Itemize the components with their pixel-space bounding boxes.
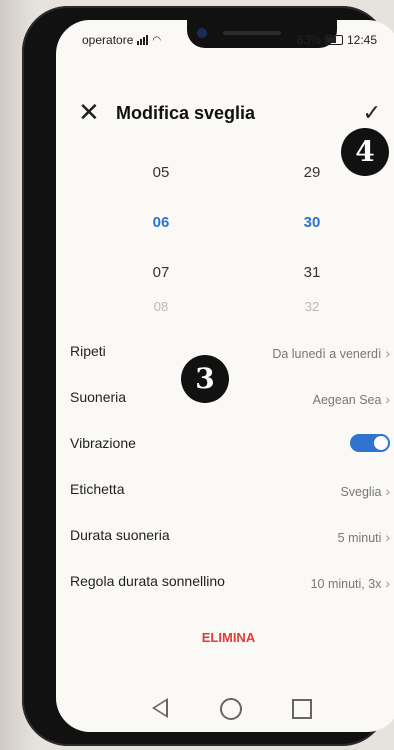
annotation-badge: 4 [341, 128, 389, 176]
hour-option[interactable]: 05 [121, 148, 201, 198]
navigation-bar [56, 698, 394, 728]
row-label: Vibrazione [70, 435, 136, 451]
clock: 12:45 [346, 33, 377, 47]
check-icon[interactable]: ✓ [363, 100, 381, 126]
row-value: 10 minuti, 3x [311, 575, 390, 591]
status-bar-right: 63% 12:45 [297, 33, 377, 47]
page-title: Modifica sveglia [116, 103, 256, 123]
row-label: Ripeti [70, 343, 106, 359]
hour-selected[interactable]: 06 [121, 198, 201, 248]
minute-option[interactable]: 31 [272, 248, 352, 298]
header: ✕ Modifica sveglia ✓ [78, 98, 381, 128]
settings-row-ring-duration[interactable]: Durata suoneria 5 minuti [70, 513, 390, 559]
camera-icon [197, 28, 207, 38]
vibration-toggle[interactable] [350, 434, 390, 452]
settings-row-vibration: Vibrazione [70, 421, 390, 467]
row-label: Regola durata sonnellino [70, 573, 225, 589]
row-value: Da lunedì a venerdì [272, 345, 390, 361]
row-value: Aegean Sea [313, 391, 390, 407]
home-icon[interactable] [220, 698, 242, 720]
row-value: 5 minuti [338, 529, 390, 545]
battery-icon [324, 35, 343, 45]
minute-option[interactable]: 32 [272, 298, 352, 326]
status-bar-left: operatore ◠ [82, 33, 161, 47]
toggle-knob [374, 436, 388, 450]
row-label: Durata suoneria [70, 527, 170, 543]
signal-icon [137, 35, 149, 45]
minute-selected[interactable]: 30 [272, 198, 352, 248]
hour-option[interactable]: 08 [121, 298, 201, 326]
settings-list: Ripeti Da lunedì a venerdì Suoneria Aege… [70, 329, 390, 605]
time-picker[interactable]: 05 06 07 08 29 30 31 32 [56, 148, 394, 314]
recents-icon[interactable] [292, 699, 312, 719]
battery-percent: 63% [296, 33, 321, 47]
carrier-label: operatore [82, 33, 134, 47]
minute-wheel[interactable]: 29 30 31 32 [272, 148, 352, 326]
settings-row-ringtone[interactable]: Suoneria Aegean Sea [70, 375, 390, 421]
minute-option[interactable]: 29 [272, 148, 352, 198]
row-label: Etichetta [70, 481, 125, 497]
back-icon[interactable] [152, 698, 168, 718]
close-icon[interactable]: ✕ [78, 98, 100, 126]
hour-option[interactable]: 07 [121, 248, 201, 298]
settings-row-label[interactable]: Etichetta Sveglia [70, 467, 390, 513]
hour-wheel[interactable]: 05 06 07 08 [121, 148, 201, 326]
settings-row-repeat[interactable]: Ripeti Da lunedì a venerdì [70, 329, 390, 375]
settings-row-snooze[interactable]: Regola durata sonnellino 10 minuti, 3x [70, 559, 390, 605]
speaker-grille [223, 31, 281, 35]
delete-button[interactable]: ELIMINA [56, 630, 394, 645]
wifi-icon: ◠ [152, 34, 162, 46]
annotation-badge: 3 [181, 355, 229, 403]
row-label: Suoneria [70, 389, 127, 405]
row-value: Sveglia [340, 483, 390, 499]
